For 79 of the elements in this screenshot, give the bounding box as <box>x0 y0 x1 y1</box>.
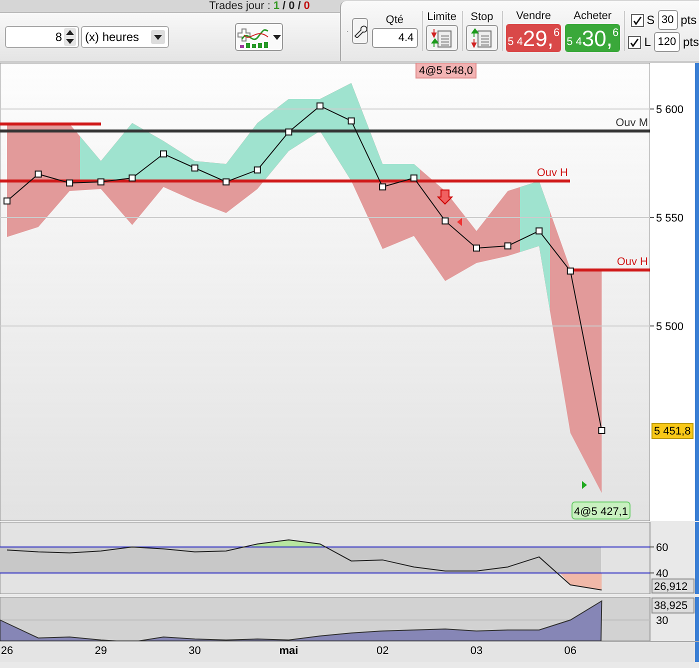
limit-order-button[interactable] <box>426 25 458 51</box>
period-unit-dropdown[interactable]: (x) heures <box>81 26 169 48</box>
stop-checkbox[interactable] <box>628 36 642 48</box>
order-ticket-icon <box>430 28 453 48</box>
stop-points-field[interactable]: 30 <box>658 10 678 30</box>
data-point <box>536 227 543 234</box>
stop-checkbox[interactable] <box>630 14 644 26</box>
checkmark-icon <box>630 38 640 46</box>
price-axis-label: 5 500 <box>656 320 684 333</box>
last-price-tag: 5 451,8 <box>652 423 694 440</box>
trade-count: 0 <box>288 0 295 12</box>
checkmark-icon <box>632 16 642 24</box>
date-axis-label: 06 <box>564 645 577 657</box>
data-point <box>473 244 480 252</box>
date-axis-label: 02 <box>376 645 389 657</box>
stop-type-label: L <box>644 35 651 49</box>
count-separator: / <box>298 0 301 12</box>
buy-triangle-icon <box>582 481 587 489</box>
sell-marker: 4@5 548,0 <box>416 63 476 78</box>
stop-points-field[interactable]: 120 <box>654 32 680 52</box>
indicator-button[interactable] <box>235 23 283 51</box>
data-point <box>566 268 574 275</box>
data-point <box>442 217 449 224</box>
quantity-label: Qté <box>386 14 404 26</box>
date-axis-label: 26 <box>0 645 14 657</box>
spin-down-icon <box>66 39 74 44</box>
trade-count: 0 <box>304 0 310 12</box>
caret-icon <box>154 34 162 40</box>
level-label: Ouv H <box>616 256 648 268</box>
stop-type-label: S <box>646 13 655 27</box>
order-ticket-icon <box>470 28 493 48</box>
price-axis-label: 5 600 <box>656 104 684 116</box>
data-point <box>4 197 10 204</box>
sell-label: Vendre <box>516 10 552 22</box>
caret-icon <box>273 34 281 40</box>
data-point <box>97 178 104 186</box>
data-point <box>410 174 418 182</box>
count-separator: / <box>282 0 286 12</box>
period-spin-field[interactable]: 8 <box>5 26 79 48</box>
wrench-icon <box>352 24 367 38</box>
data-point <box>316 102 324 110</box>
date-axis-label: 30 <box>188 645 201 657</box>
settings-button[interactable] <box>352 18 368 44</box>
buy-label: Acheter <box>574 10 612 22</box>
data-point <box>254 166 261 174</box>
down-arrow-icon <box>436 190 454 205</box>
data-point <box>160 150 167 158</box>
trade-count: 1 <box>273 0 280 12</box>
level-label: Ouv M <box>616 117 648 129</box>
indicator-axis-label: 40 <box>656 568 668 580</box>
indicator-axis-label: 60 <box>656 542 668 554</box>
buy-marker: 4@5 427,1 <box>572 502 630 520</box>
data-point <box>34 170 42 178</box>
quantity-field[interactable]: 4.4 <box>372 28 418 48</box>
date-axis-label: 03 <box>470 645 483 657</box>
volume-value-tag: 38,925 <box>652 598 694 614</box>
date-axis-label: mai <box>279 645 298 657</box>
data-point <box>504 242 512 250</box>
data-point <box>598 427 606 434</box>
data-point <box>222 178 230 186</box>
data-point <box>348 117 355 124</box>
data-point <box>191 164 198 172</box>
price-axis-label: 5 550 <box>656 212 684 224</box>
points-unit: pts <box>682 35 699 49</box>
level-label: Ouv H <box>536 167 568 179</box>
spin-up-icon <box>66 30 74 35</box>
trades-today-label: Trades jour : <box>209 0 270 12</box>
data-point <box>285 128 292 136</box>
date-axis-label: 29 <box>94 645 108 657</box>
points-unit: pts <box>680 13 697 27</box>
stop-order-button[interactable] <box>466 25 498 51</box>
limit-label: Limite <box>427 11 456 23</box>
data-point <box>128 174 136 182</box>
volume-axis-label: 30 <box>656 615 668 627</box>
data-point <box>66 179 74 186</box>
indicator-value-tag: 26,912 <box>652 578 694 594</box>
stop-label: Stop <box>470 11 494 23</box>
sell-triangle-icon <box>457 218 462 226</box>
data-point <box>379 183 386 190</box>
